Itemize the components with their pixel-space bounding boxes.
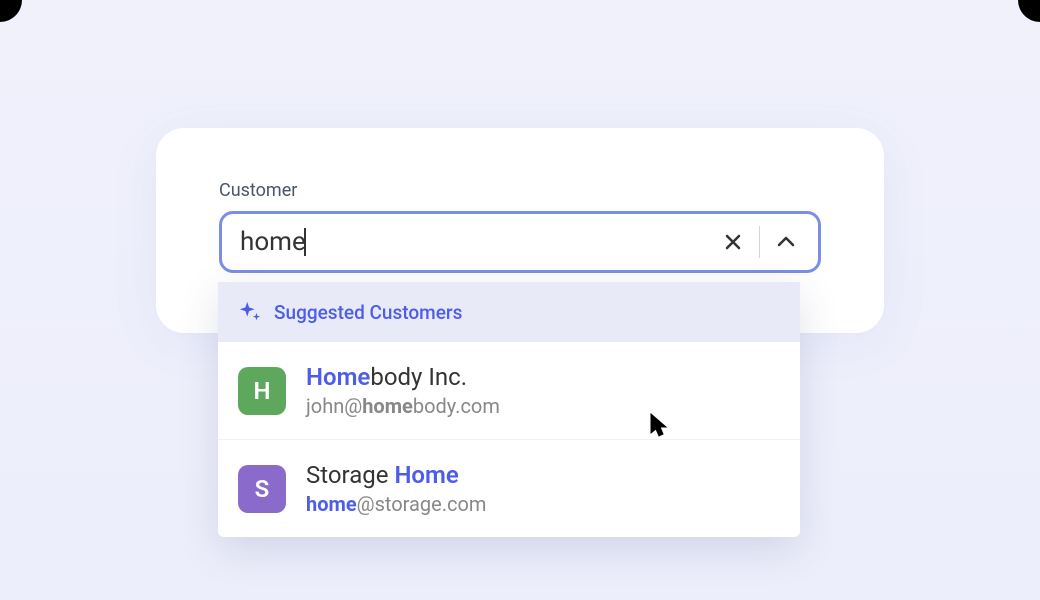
email-rest: body.com [413, 394, 500, 418]
name-rest: body Inc. [370, 363, 467, 391]
email-highlight: home [362, 394, 413, 418]
name-highlight: Home [394, 461, 458, 489]
suggestion-name: Homebody Inc. [306, 362, 780, 393]
avatar: S [238, 465, 286, 513]
suggestion-text: Storage Home home@storage.com [306, 460, 780, 517]
email-rest: @storage.com [357, 492, 487, 516]
suggestion-item[interactable]: H Homebody Inc. john@homebody.com [218, 342, 800, 440]
chevron-toggle[interactable] [770, 226, 802, 258]
suggestion-item[interactable]: S Storage Home home@storage.com [218, 440, 800, 537]
input-value: home [240, 227, 306, 257]
chevron-up-icon [777, 236, 795, 248]
text-cursor [304, 228, 306, 256]
avatar: H [238, 367, 286, 415]
sparkle-icon [238, 300, 262, 324]
name-prefix: Storage [306, 461, 394, 489]
email-highlight: home [306, 492, 357, 516]
suggestion-email: home@storage.com [306, 491, 780, 517]
divider [759, 226, 760, 258]
customer-input[interactable]: home [240, 227, 717, 257]
dropdown-header-text: Suggested Customers [274, 301, 462, 324]
name-highlight: Home [306, 363, 370, 391]
clear-button[interactable] [717, 226, 749, 258]
suggestion-email: john@homebody.com [306, 393, 780, 419]
suggestions-dropdown: Suggested Customers H Homebody Inc. john… [218, 282, 800, 537]
field-label: Customer [219, 180, 821, 201]
suggestion-text: Homebody Inc. john@homebody.com [306, 362, 780, 419]
dropdown-header: Suggested Customers [218, 282, 800, 342]
suggestion-name: Storage Home [306, 460, 780, 491]
email-prefix: john@ [306, 394, 362, 418]
close-icon [724, 233, 742, 251]
customer-combobox[interactable]: home [219, 211, 821, 273]
